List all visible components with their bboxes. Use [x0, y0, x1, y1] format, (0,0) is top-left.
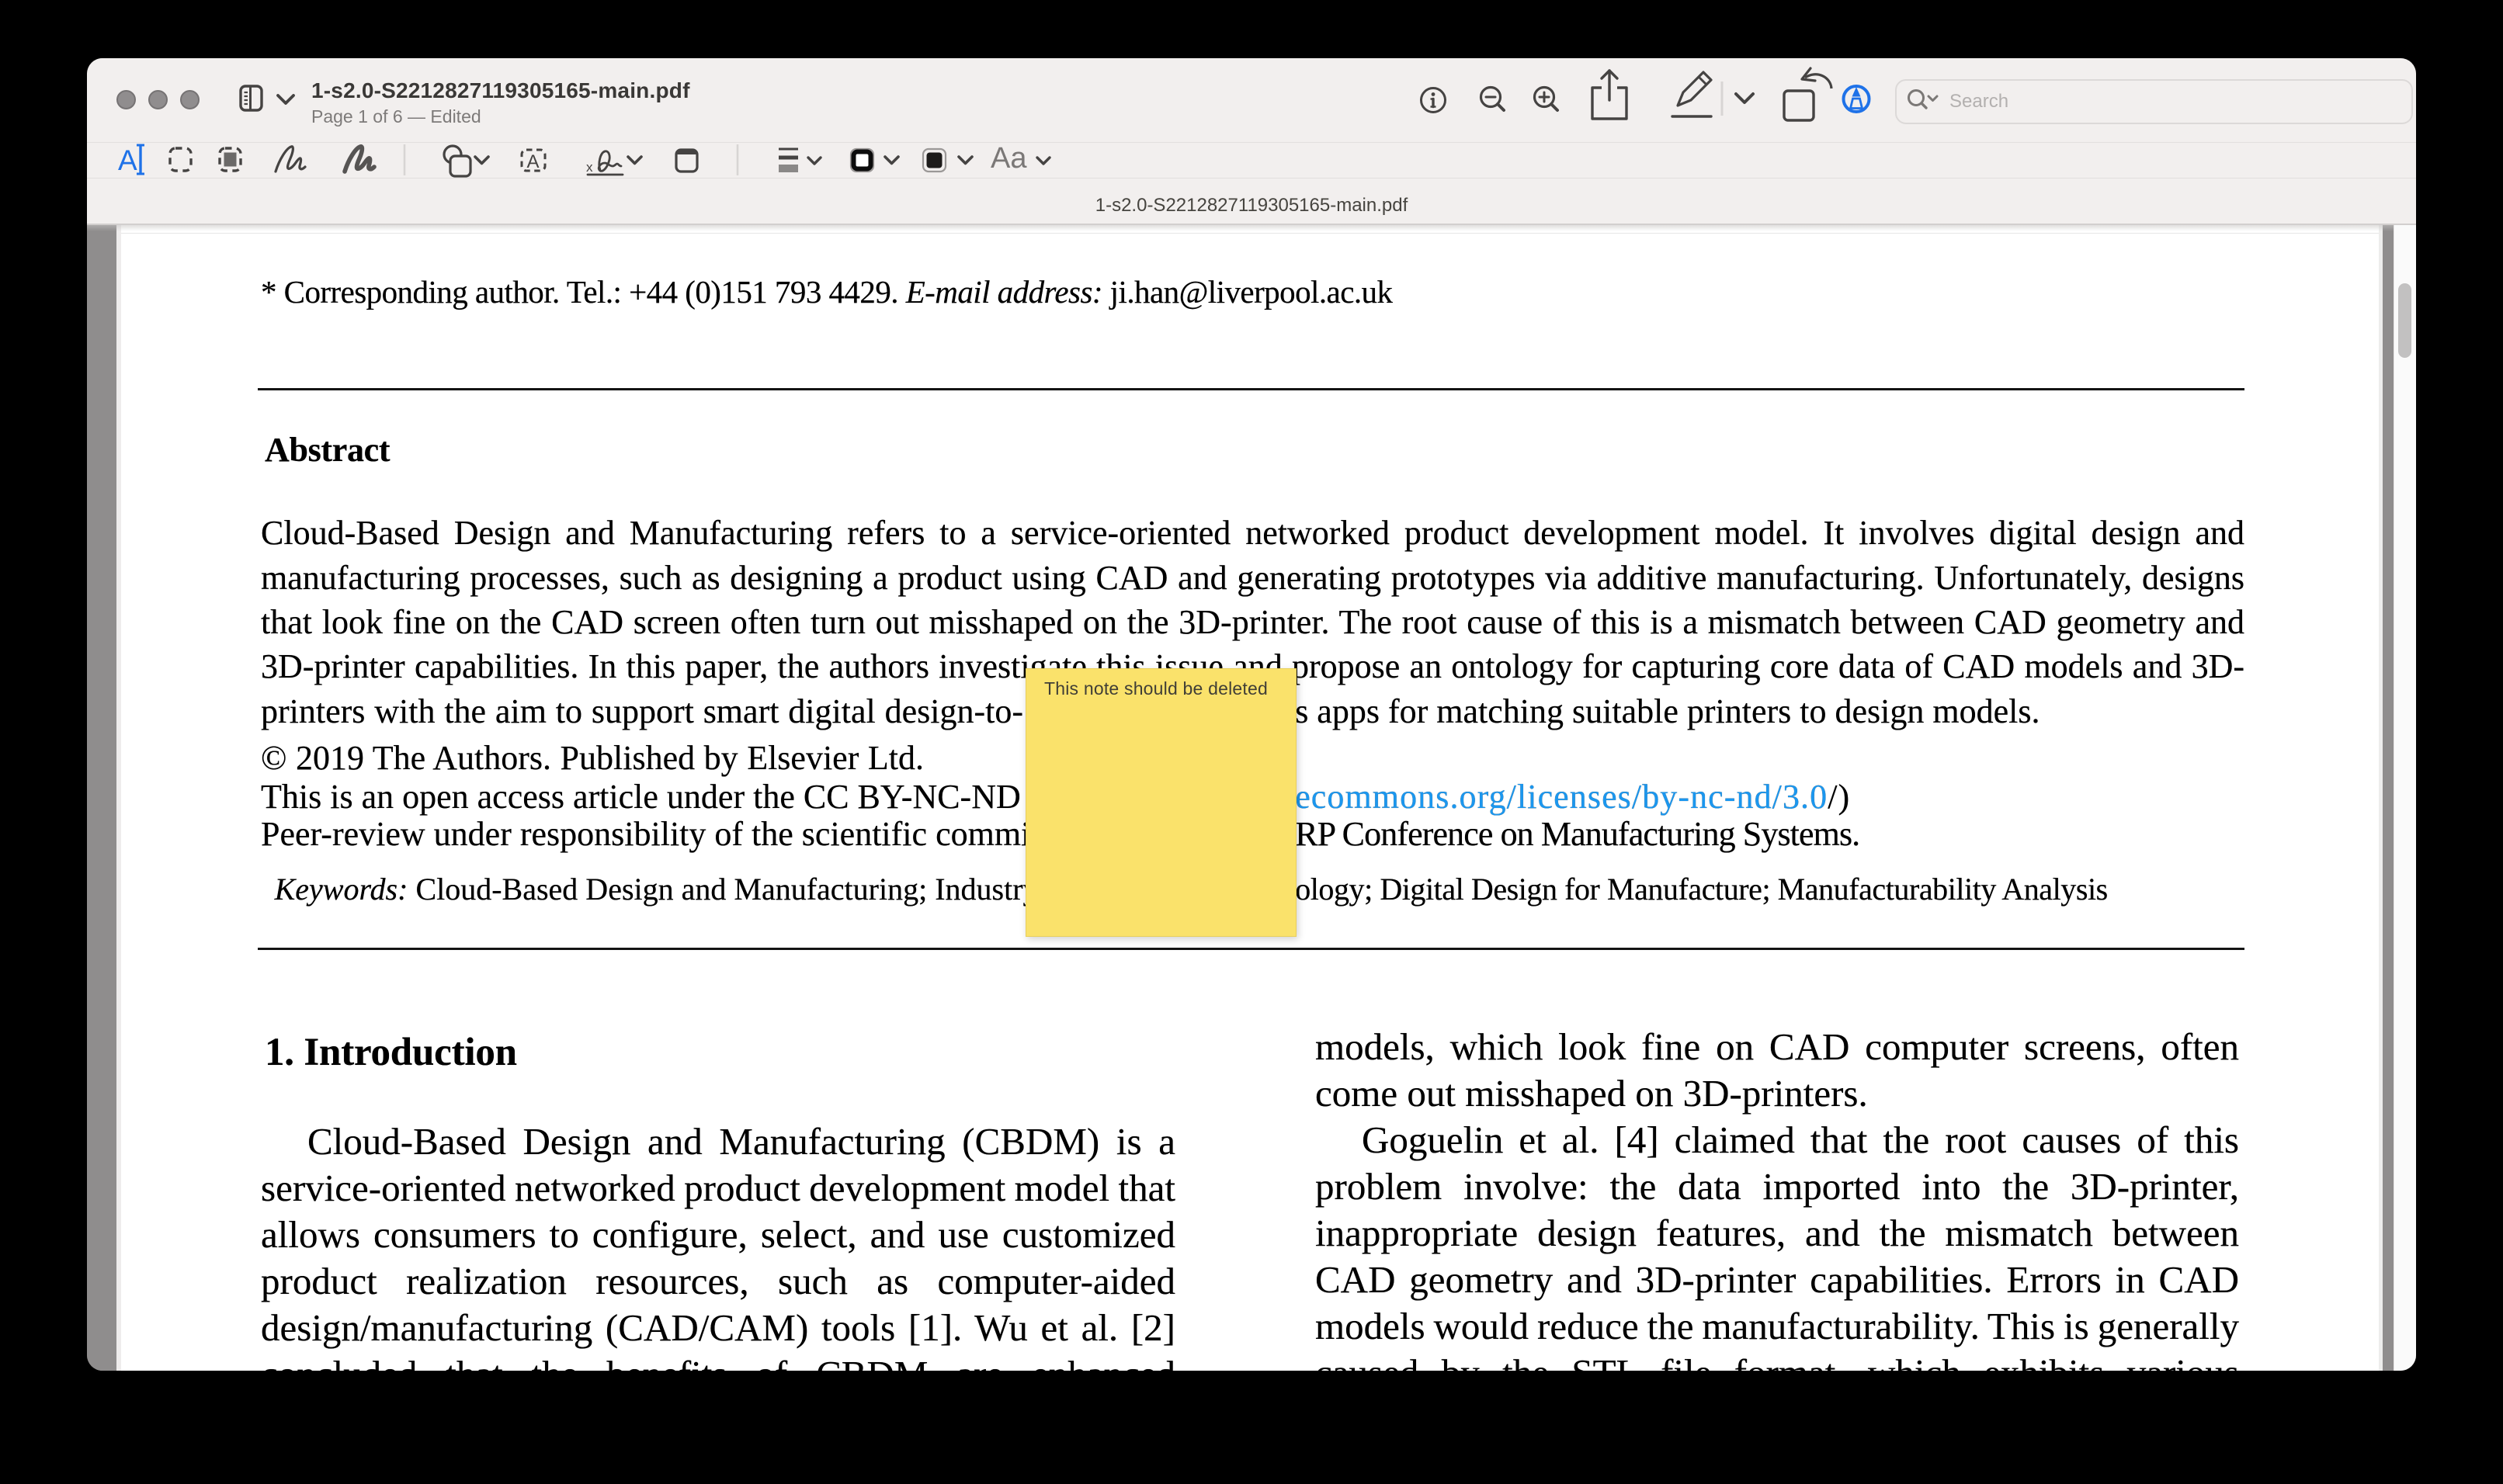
svg-text:Aa: Aa [991, 142, 1027, 175]
svg-text:A: A [118, 144, 137, 176]
svg-text:x: x [586, 160, 593, 175]
svg-text:A: A [527, 151, 540, 172]
